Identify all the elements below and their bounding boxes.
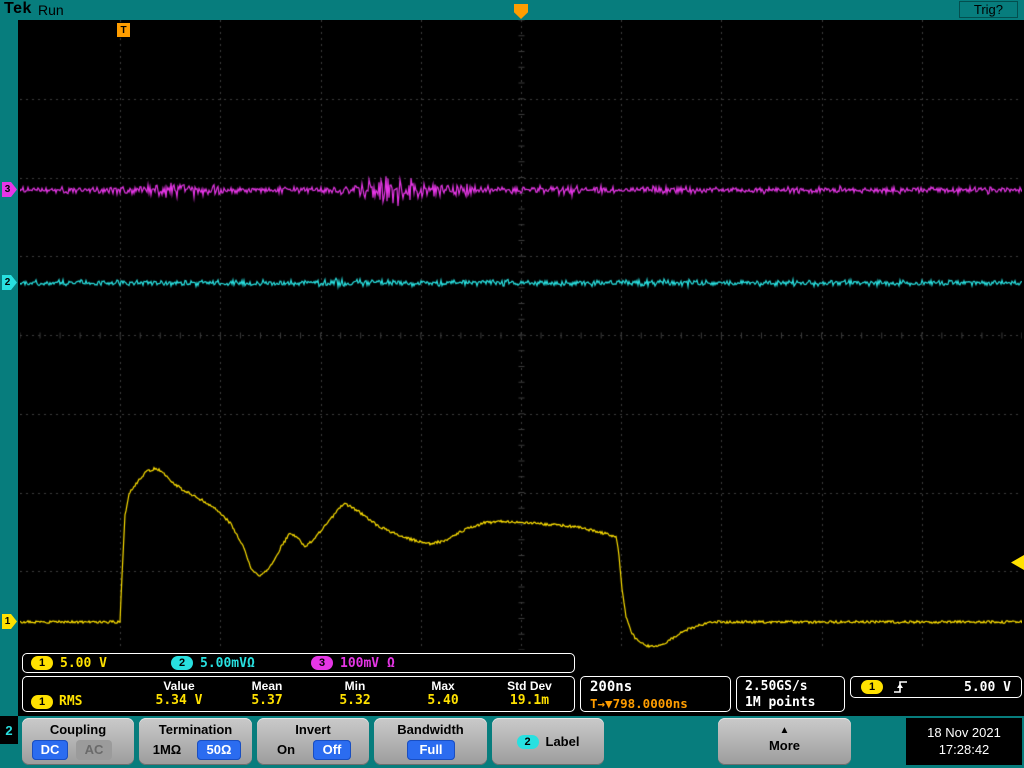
termination-title: Termination [139, 722, 252, 737]
ch2-badge: 2 [171, 656, 193, 670]
bandwidth-button[interactable]: Bandwidth Full [374, 718, 487, 765]
ch2-scale-value: 5.00mVΩ [200, 656, 255, 671]
trigger-readout: 1 5.00 V [850, 676, 1022, 698]
ch3-position-marker[interactable]: 3 [2, 182, 17, 197]
termination-1mohm-option[interactable]: 1MΩ [145, 740, 189, 760]
measurement-min: 5.32 [311, 693, 399, 710]
measurement-value: 5.34 V [135, 693, 223, 710]
measurement-type: RMS [59, 694, 82, 709]
col-header-max: Max [399, 677, 487, 693]
label-channel-badge: 2 [517, 735, 539, 749]
trigger-status-badge: Trig? [959, 1, 1018, 18]
measurement-source-badge: 1 [31, 695, 53, 709]
acquisition-status: Run [38, 2, 64, 18]
termination-50ohm-option[interactable]: 50Ω [197, 740, 241, 760]
channel-scale-readouts: 1 5.00 V 2 5.00mVΩ 3 100mV Ω [22, 653, 575, 673]
measurement-table: Value Mean Min Max Std Dev 1 RMS 5.34 V … [22, 676, 575, 712]
ch1-scale-value: 5.00 V [60, 656, 107, 671]
invert-off-option[interactable]: Off [313, 740, 351, 760]
termination-button[interactable]: Termination 1MΩ 50Ω [139, 718, 252, 765]
ch2-position-marker[interactable]: 2 [2, 275, 17, 290]
graticule-canvas [20, 20, 1022, 650]
ch3-badge: 3 [311, 656, 333, 670]
horizontal-readout: 200ns T→▼798.0000ns [580, 676, 731, 712]
coupling-ac-option[interactable]: AC [76, 740, 112, 760]
ch1-scale-readout: 1 5.00 V [31, 656, 171, 671]
label-button-text: Label [546, 734, 580, 749]
more-button-text: More [718, 738, 851, 753]
trigger-delay-icon: T→▼ [590, 696, 613, 711]
measurement-stddev: 19.1m [487, 693, 572, 710]
invert-on-option[interactable]: On [269, 740, 303, 760]
ch3-scale-value: 100mV Ω [340, 656, 395, 671]
coupling-dc-option[interactable]: DC [32, 740, 68, 760]
measurement-max: 5.40 [399, 693, 487, 710]
bandwidth-full-option[interactable]: Full [407, 740, 455, 760]
more-up-arrow-icon: ▲ [718, 725, 851, 736]
record-length-value: 1M points [745, 695, 844, 711]
trigger-delay-readout: T→▼798.0000ns [590, 696, 730, 711]
trigger-level-value: 5.00 V [964, 680, 1011, 695]
col-header-mean: Mean [223, 677, 311, 693]
waveform-display-area [18, 20, 1024, 716]
trigger-delay-value: 798.0000ns [613, 696, 688, 711]
ch1-badge: 1 [31, 656, 53, 670]
datetime-display: 18 Nov 2021 17:28:42 [906, 718, 1022, 765]
timebase-value: 200ns [590, 679, 730, 695]
bandwidth-title: Bandwidth [374, 722, 487, 737]
trigger-source-badge: 1 [861, 680, 883, 694]
time-value: 17:28:42 [906, 741, 1022, 758]
measurement-source: 1 RMS [23, 693, 135, 710]
col-header-min: Min [311, 677, 399, 693]
trigger-position-marker-icon[interactable] [514, 4, 528, 19]
more-button[interactable]: ▲ More [718, 718, 851, 765]
ch3-scale-readout: 3 100mV Ω [311, 656, 451, 671]
label-button[interactable]: 2 Label [492, 718, 604, 765]
sample-rate-value: 2.50GS/s [745, 679, 844, 695]
tek-logo: Tek [4, 0, 32, 18]
invert-button[interactable]: Invert On Off [257, 718, 369, 765]
coupling-button[interactable]: Coupling DC AC [22, 718, 134, 765]
col-header-value: Value [135, 677, 223, 693]
coupling-title: Coupling [22, 722, 134, 737]
active-menu-channel-indicator: 2 [0, 716, 18, 744]
date-value: 18 Nov 2021 [906, 724, 1022, 741]
measurement-mean: 5.37 [223, 693, 311, 710]
acquisition-readout: 2.50GS/s 1M points [736, 676, 845, 712]
invert-title: Invert [257, 722, 369, 737]
col-header-stddev: Std Dev [487, 677, 572, 693]
rising-edge-icon [893, 680, 908, 694]
scope-screen: Tek Run Trig? 3 2 1 T 1 5.00 V 2 5.00mVΩ… [0, 0, 1024, 768]
ch2-scale-readout: 2 5.00mVΩ [171, 656, 311, 671]
trigger-point-flag: T [117, 23, 130, 37]
ch1-position-marker[interactable]: 1 [2, 614, 17, 629]
